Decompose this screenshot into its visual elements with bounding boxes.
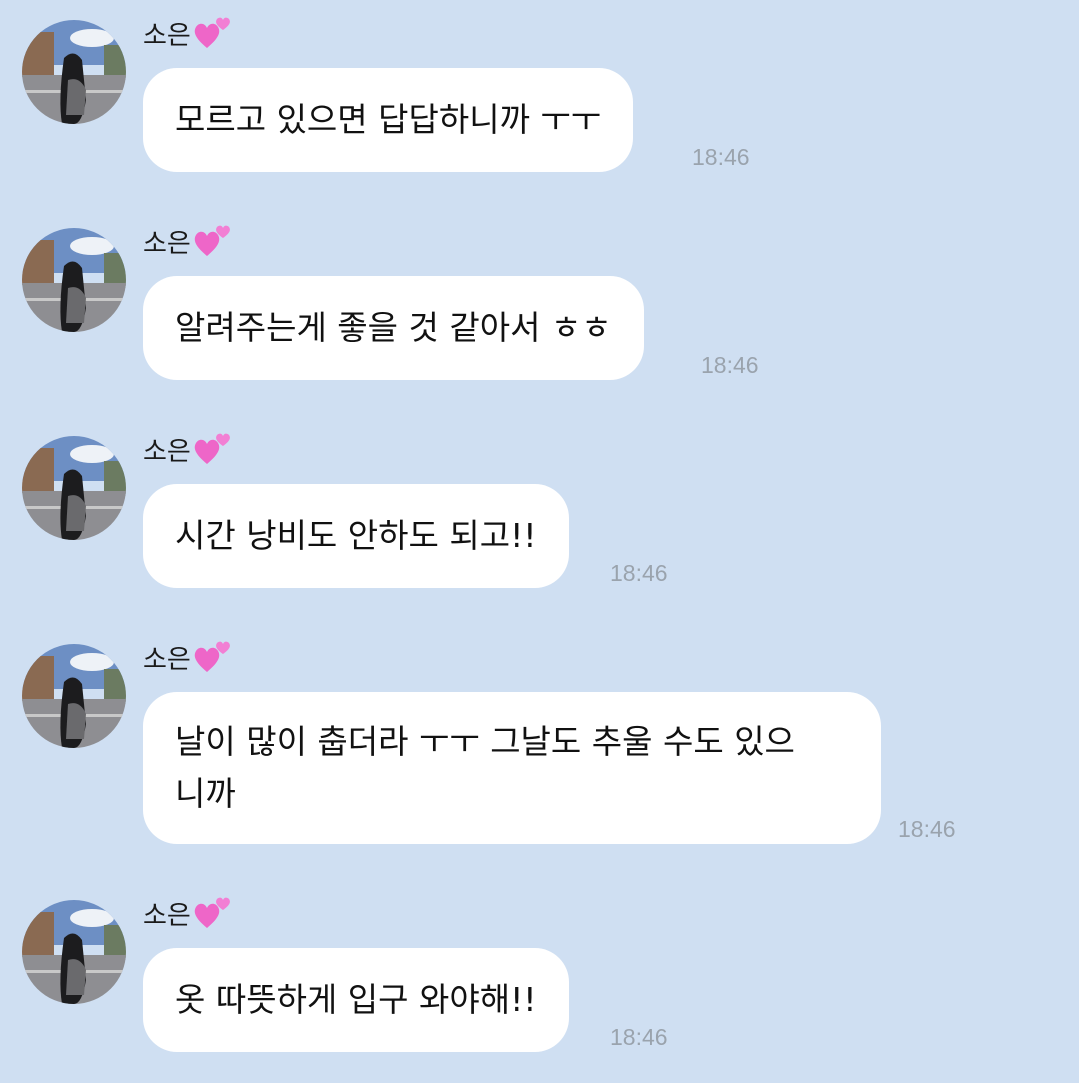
message-text: 시간 낭비도 안하도 되고!! bbox=[175, 516, 537, 555]
message-bubble[interactable]: 시간 낭비도 안하도 되고!! bbox=[143, 484, 569, 588]
two-hearts-icon bbox=[194, 897, 230, 928]
sender-label: 소은 bbox=[143, 436, 191, 467]
message-timestamp: 18:46 bbox=[610, 1024, 668, 1050]
avatar[interactable] bbox=[22, 644, 126, 748]
sender-label: 소은 bbox=[143, 20, 191, 51]
message-timestamp: 18:46 bbox=[701, 352, 759, 378]
avatar[interactable] bbox=[22, 900, 126, 1004]
sender-label: 소은 bbox=[143, 900, 191, 931]
message-bubble[interactable]: 모르고 있으면 답답하니까 ㅜㅜ bbox=[143, 68, 634, 172]
sender-name: 소은 bbox=[143, 430, 233, 468]
message-text: 옷 따뜻하게 입구 와야해!! bbox=[175, 980, 537, 1019]
avatar[interactable] bbox=[22, 20, 126, 124]
message-timestamp: 18:46 bbox=[898, 816, 956, 842]
sender-label: 소은 bbox=[143, 228, 191, 259]
message-text: 모르고 있으면 답답하니까 ㅜㅜ bbox=[175, 100, 602, 139]
two-hearts-icon bbox=[194, 433, 230, 464]
sender-name: 소은 bbox=[143, 638, 233, 676]
two-hearts-icon bbox=[194, 641, 230, 672]
message-bubble[interactable]: 옷 따뜻하게 입구 와야해!! bbox=[143, 948, 569, 1052]
sender-name: 소은 bbox=[143, 894, 233, 932]
message-text: 알려주는게 좋을 것 같아서 ㅎㅎ bbox=[175, 308, 612, 347]
avatar[interactable] bbox=[22, 228, 126, 332]
message-bubble[interactable]: 알려주는게 좋을 것 같아서 ㅎㅎ bbox=[143, 276, 644, 380]
two-hearts-icon bbox=[194, 17, 230, 48]
message-timestamp: 18:46 bbox=[692, 144, 750, 170]
message-text-line: 니까 bbox=[175, 774, 236, 813]
two-hearts-icon bbox=[194, 225, 230, 256]
sender-label: 소은 bbox=[143, 644, 191, 675]
avatar[interactable] bbox=[22, 436, 126, 540]
message-bubble[interactable]: 날이 많이 춥더라 ㅜㅜ 그날도 추울 수도 있으 니까 bbox=[143, 692, 881, 844]
message-text-line: 날이 많이 춥더라 ㅜㅜ 그날도 추울 수도 있으 bbox=[175, 722, 795, 761]
message-timestamp: 18:46 bbox=[610, 560, 668, 586]
sender-name: 소은 bbox=[143, 222, 233, 260]
sender-name: 소은 bbox=[143, 14, 233, 52]
